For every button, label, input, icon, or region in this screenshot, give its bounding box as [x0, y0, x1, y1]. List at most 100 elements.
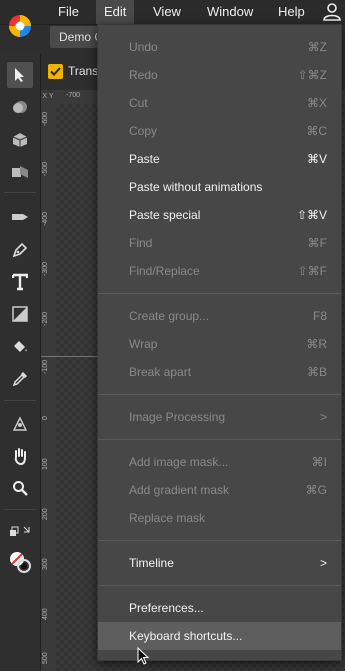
circle-shape-icon [13, 101, 27, 113]
puppet-tool[interactable] [7, 411, 33, 437]
transform-tool[interactable] [7, 159, 33, 185]
user-icon[interactable] [322, 3, 342, 21]
menu-item-label: Timeline [129, 556, 174, 570]
ruler-left-label: 300 [42, 558, 49, 570]
ruler-left-label: 400 [42, 608, 49, 620]
menu-item-image-processing[interactable]: Image Processing > [98, 403, 341, 431]
menu-item-shortcut: F8 [312, 309, 327, 323]
menu-item-label: Paste without animations [129, 180, 263, 194]
menu-bar: File Edit View Window Help [0, 0, 345, 37]
menu-window[interactable]: Window [207, 0, 253, 24]
menu-item-label: Paste [129, 152, 160, 166]
menu-item-label: Replace mask [129, 511, 206, 525]
menu-item-paste-special[interactable]: Paste special ⇧⌘V [98, 201, 341, 229]
tool-separator [4, 400, 36, 401]
menu-help[interactable]: Help [278, 0, 305, 24]
eyedropper-icon [12, 372, 27, 387]
menu-item-shortcut: ⇧⌘Z [297, 68, 327, 82]
menu-item-shortcut: ⌘G [305, 483, 327, 497]
ruler-left-label: 200 [42, 508, 49, 520]
ruler-left-label: -200 [42, 311, 49, 326]
shape-tool[interactable] [7, 94, 33, 120]
fill-stroke-tool[interactable] [7, 549, 33, 575]
menu-file[interactable]: File [58, 0, 79, 24]
zoom-tool[interactable] [7, 475, 33, 501]
app-logo-icon[interactable] [8, 14, 32, 38]
gradient-icon [12, 306, 28, 322]
eyedropper-tool[interactable] [7, 366, 33, 392]
menu-item-shortcut: ⌘X [306, 96, 327, 110]
ruler-left-label: -300 [42, 261, 49, 276]
menu-separator [98, 585, 341, 586]
swap-colors-icon [10, 526, 30, 536]
menu-item-shortcut: ⌘R [306, 337, 327, 351]
menu-item-shortcut: ⇧⌘F [297, 264, 327, 278]
menu-item-shortcut: ⌘C [306, 124, 327, 138]
menu-item-shortcut: ⇧⌘V [296, 208, 327, 222]
menu-item-label: Find [129, 236, 153, 250]
menu-item-preferences[interactable]: Preferences... [98, 594, 341, 622]
ruler-left-label: -600 [42, 111, 49, 126]
menu-item-find[interactable]: Find ⌘F [98, 229, 341, 257]
menu-item-label: Keyboard shortcuts... [129, 629, 243, 643]
menu-item-wrap[interactable]: Wrap ⌘R [98, 330, 341, 358]
transform-checkbox-label: Trans [68, 64, 99, 78]
tool-panel [0, 54, 41, 671]
menu-item-label: Image Processing [129, 410, 226, 424]
swap-colors-tool[interactable] [7, 519, 33, 545]
menu-item-copy[interactable]: Copy ⌘C [98, 117, 341, 145]
menu-item-add-gradient-mask[interactable]: Add gradient mask ⌘G [98, 476, 341, 504]
guide-line [40, 356, 100, 357]
paint-bucket-tool[interactable] [7, 334, 33, 360]
menu-item-break-apart[interactable]: Break apart ⌘B [98, 358, 341, 386]
tool-separator [4, 192, 36, 193]
menu-item-timeline[interactable]: Timeline > [98, 549, 341, 577]
menu-item-label: Create group... [129, 309, 210, 323]
menu-item-label: Copy [129, 124, 158, 138]
text-icon [12, 273, 28, 291]
cube-tool[interactable] [7, 127, 33, 153]
menu-item-keyboard-shortcuts[interactable]: Keyboard shortcuts... [98, 622, 341, 650]
ruler-left-label: -500 [42, 161, 49, 176]
transform-icon [12, 166, 28, 178]
ruler-left-label: 100 [42, 458, 49, 470]
menu-item-paste-without-animations[interactable]: Paste without animations [98, 173, 341, 201]
menu-item-create-group[interactable]: Create group... F8 [98, 302, 341, 330]
label-tool[interactable] [7, 204, 33, 230]
ruler-corner: X Y [40, 90, 56, 104]
menu-item-label: Paste special [129, 208, 201, 222]
menu-item-label: Add image mask... [129, 455, 229, 469]
menu-item-label: Undo [129, 40, 158, 54]
menu-item-label: Find/Replace [129, 264, 200, 278]
menu-edit[interactable]: Edit [96, 0, 135, 24]
select-tool[interactable] [7, 62, 33, 88]
gradient-tool[interactable] [7, 301, 33, 327]
hand-tool[interactable] [7, 443, 33, 469]
submenu-arrow-icon: > [319, 556, 327, 570]
ruler-top-label: -700 [66, 92, 81, 99]
ruler-left-label: -100 [42, 359, 49, 374]
text-tool[interactable] [7, 269, 33, 295]
tool-separator [4, 509, 36, 510]
menu-item-replace-mask[interactable]: Replace mask [98, 504, 341, 532]
menu-item-label: Cut [129, 96, 148, 110]
menu-item-find-replace[interactable]: Find/Replace ⇧⌘F [98, 257, 341, 285]
menu-item-shortcut: ⌘I [311, 455, 327, 469]
menu-item-add-image-mask[interactable]: Add image mask... ⌘I [98, 448, 341, 476]
menu-item-cut[interactable]: Cut ⌘X [98, 89, 341, 117]
menu-item-paste[interactable]: Paste ⌘V [98, 145, 341, 173]
pen-tool[interactable] [7, 237, 33, 263]
pointer-icon [15, 68, 24, 82]
menu-separator [98, 394, 341, 395]
tag-icon [12, 214, 28, 220]
menu-item-redo[interactable]: Redo ⇧⌘Z [98, 61, 341, 89]
menu-item-undo[interactable]: Undo ⌘Z [98, 33, 341, 61]
menu-item-shortcut: ⌘B [306, 365, 327, 379]
mouse-cursor-icon [137, 647, 150, 665]
transform-checkbox[interactable] [48, 64, 63, 79]
pen-icon [12, 242, 28, 258]
ruler-left[interactable]: -600 -500 -400 -300 -200 -100 0 100 200 … [40, 104, 57, 671]
menu-view[interactable]: View [153, 0, 181, 24]
menu-item-shortcut: ⌘Z [307, 40, 327, 54]
menu-separator [98, 540, 341, 541]
